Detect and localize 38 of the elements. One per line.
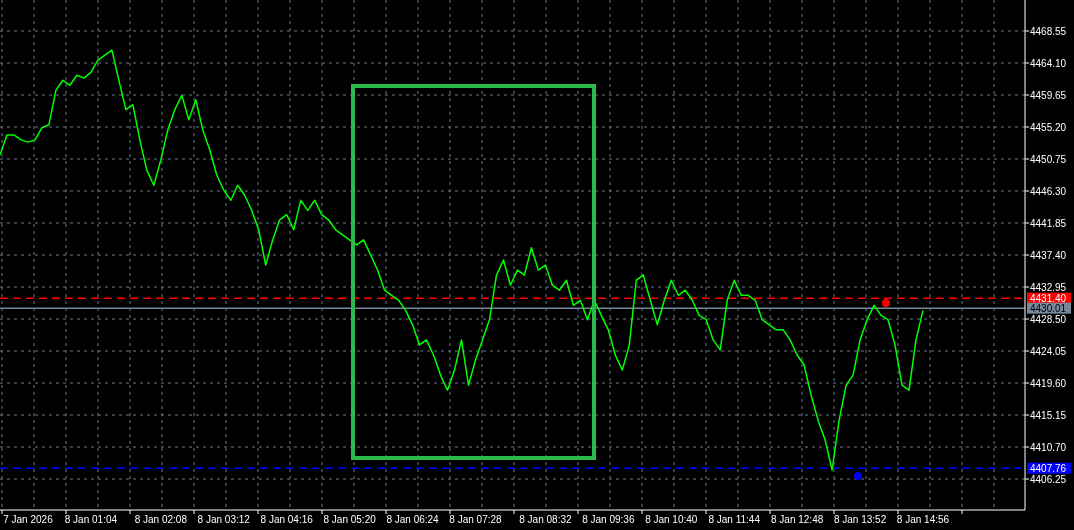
time-axis-label: 8 Jan 12:48: [771, 514, 824, 525]
time-axis-label: 8 Jan 09:36: [582, 514, 635, 525]
price-axis-label: 4450.75: [1030, 154, 1067, 165]
price-axis-label: 4437.40: [1030, 250, 1067, 261]
time-axis-label: 8 Jan 01:04: [64, 514, 118, 525]
price-axis-label: 4432.95: [1030, 282, 1067, 293]
price-axis-label: 4428.50: [1030, 314, 1067, 325]
marker-dot: [882, 299, 890, 307]
ref-line-label: 4430.01: [1030, 303, 1067, 315]
time-axis-label: 8 Jan 04:16: [260, 514, 313, 525]
time-axis-label: 8 Jan 11:44: [708, 514, 760, 525]
time-axis-label: 8 Jan 10:40: [645, 514, 698, 525]
price-axis-label: 4459.65: [1030, 90, 1067, 101]
ref-line-label: 4407.76: [1030, 463, 1067, 475]
price-tag: 4430.01: [1027, 302, 1071, 315]
time-axis-label: 8 Jan 05:20: [323, 514, 376, 525]
time-axis-label: 8 Jan 13:52: [833, 514, 887, 525]
time-axis-label: 8 Jan 06:24: [386, 514, 439, 525]
time-axis-label: 7 Jan 2026: [3, 514, 53, 525]
price-axis-label: 4446.30: [1030, 186, 1067, 197]
time-axis-label: 8 Jan 07:28: [449, 514, 502, 525]
time-axis-label: 8 Jan 08:32: [519, 514, 572, 525]
time-axis-label: 8 Jan 02:08: [134, 514, 187, 525]
price-axis-label: 4464.10: [1030, 58, 1067, 69]
price-axis-label: 4406.25: [1030, 474, 1067, 485]
time-axis-label: 8 Jan 03:12: [197, 514, 250, 525]
price-axis-label: 4419.60: [1030, 378, 1067, 389]
price-axis-label: 4441.85: [1030, 218, 1067, 229]
price-tag: 4407.76: [1027, 462, 1071, 475]
price-axis-label: 4468.55: [1030, 26, 1067, 37]
marker-dot: [854, 472, 862, 480]
price-tag: 4431.40: [1027, 292, 1071, 305]
price-axis-label: 4410.70: [1030, 442, 1067, 453]
ref-line-label: 4431.40: [1030, 293, 1067, 305]
price-axis-label: 4415.15: [1030, 410, 1067, 421]
time-axis-label: 8 Jan 14:56: [896, 514, 950, 525]
price-axis-label: 4424.05: [1030, 346, 1067, 357]
price-axis-label: 4455.20: [1030, 122, 1067, 133]
